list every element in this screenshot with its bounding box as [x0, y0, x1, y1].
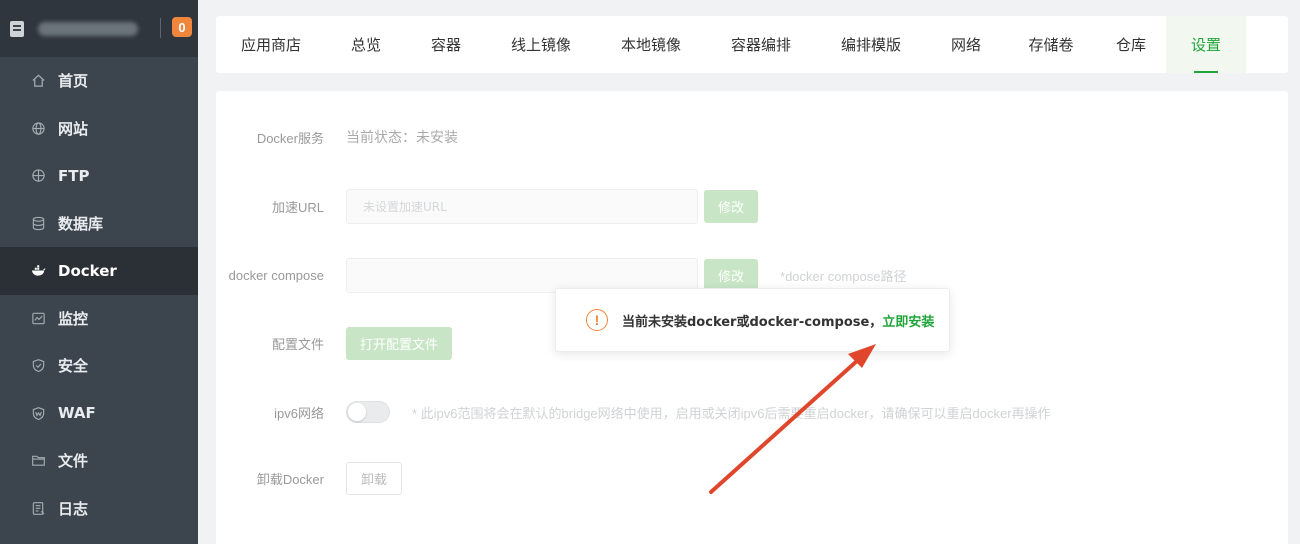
sidebar-item-ftp[interactable]: FTP — [0, 152, 198, 200]
sidebar-item-docker[interactable]: Docker — [0, 247, 198, 295]
sidebar-item-label: FTP — [58, 166, 90, 185]
waf-shield-icon — [30, 405, 46, 421]
monitor-icon — [30, 310, 46, 326]
uninstall-label: 卸载Docker — [256, 472, 324, 487]
sidebar-item-label: 安全 — [58, 357, 89, 376]
sidebar-item-label: 监控 — [58, 309, 89, 328]
server-icon — [10, 20, 24, 37]
tab-networks[interactable]: 网络 — [926, 16, 1006, 73]
ipv6-toggle[interactable] — [346, 401, 390, 423]
tab-compose[interactable]: 容器编排 — [706, 16, 816, 73]
docker-service-label: Docker服务 — [256, 130, 324, 146]
sidebar-item-label: 数据库 — [58, 214, 104, 233]
sidebar-item-database[interactable]: 数据库 — [0, 200, 198, 248]
uninstall-row: 卸载Docker 卸载 — [216, 462, 403, 495]
globe-icon — [30, 120, 46, 136]
sidebar-item-label: 网站 — [58, 119, 89, 138]
sidebar-item-security[interactable]: 安全 — [0, 342, 198, 390]
sidebar-item-label: 日志 — [58, 499, 89, 518]
tab-registry[interactable]: 仓库 — [1096, 16, 1166, 73]
warning-icon: ! — [586, 309, 608, 331]
tab-containers[interactable]: 容器 — [406, 16, 486, 73]
server-address-blurred — [38, 21, 138, 36]
sidebar-item-label: WAF — [58, 404, 96, 423]
folder-icon — [30, 453, 46, 469]
accel-url-row: 加速URL 未设置加速URL 修改 — [216, 189, 759, 224]
ipv6-label: ipv6网络 — [274, 405, 324, 421]
docker-status: 当前状态：未安装 — [346, 130, 458, 146]
accel-url-modify-button[interactable]: 修改 — [704, 190, 759, 223]
tab-compose-templates[interactable]: 编排模版 — [816, 16, 926, 73]
sidebar-item-label: 首页 — [58, 72, 89, 91]
log-icon — [30, 500, 46, 516]
sidebar-nav: 首页 网站 FTP 数据库 Docker 监控 安全 WAF 文件 日志 — [0, 57, 198, 532]
header-divider — [160, 18, 161, 38]
tab-app-store[interactable]: 应用商店 — [216, 16, 326, 73]
accel-url-label: 加速URL — [271, 200, 324, 215]
server-header[interactable]: 0 — [0, 0, 198, 57]
accel-url-input[interactable]: 未设置加速URL — [346, 189, 698, 224]
install-now-link[interactable]: 立即安装 — [882, 311, 934, 330]
notification-badge[interactable]: 0 — [172, 17, 192, 37]
database-icon — [30, 215, 46, 231]
not-installed-popup: ! 当前未安装docker或docker-compose， 立即安装 — [555, 288, 950, 352]
compose-hint: *docker compose路径 — [780, 269, 907, 284]
tab-settings[interactable]: 设置 — [1166, 16, 1246, 73]
ipv6-hint: * 此ipv6范围将会在默认的bridge网络中使用，启用或关闭ipv6后需要重… — [412, 405, 1051, 421]
docker-tabs: 应用商店 总览 容器 线上镜像 本地镜像 容器编排 编排模版 网络 存储卷 仓库… — [216, 16, 1288, 73]
tab-volumes[interactable]: 存储卷 — [1006, 16, 1096, 73]
sidebar-item-files[interactable]: 文件 — [0, 437, 198, 485]
compose-label: docker compose — [228, 268, 324, 283]
popup-message: 当前未安装docker或docker-compose， — [622, 314, 883, 330]
sidebar-item-logs[interactable]: 日志 — [0, 485, 198, 533]
sidebar-item-monitor[interactable]: 监控 — [0, 295, 198, 343]
tab-local-images[interactable]: 本地镜像 — [596, 16, 706, 73]
config-file-label: 配置文件 — [271, 337, 324, 352]
sidebar-item-waf[interactable]: WAF — [0, 390, 198, 438]
sidebar-item-website[interactable]: 网站 — [0, 105, 198, 153]
ftp-globe-icon — [30, 168, 46, 184]
open-config-button[interactable]: 打开配置文件 — [346, 327, 453, 360]
tab-overview[interactable]: 总览 — [326, 16, 406, 73]
docker-icon — [30, 263, 46, 279]
sidebar-item-label: 文件 — [58, 452, 89, 471]
shield-icon — [30, 358, 46, 374]
ipv6-row: ipv6网络 * 此ipv6范围将会在默认的bridge网络中使用，启用或关闭i… — [216, 401, 1051, 423]
home-icon — [30, 73, 46, 89]
config-file-row: 配置文件 打开配置文件 — [216, 327, 453, 360]
tab-online-images[interactable]: 线上镜像 — [486, 16, 596, 73]
sidebar: 0 首页 网站 FTP 数据库 Docker 监控 安全 WAF 文件 日志 — [0, 0, 198, 544]
docker-service-row: Docker服务 当前状态：未安装 — [216, 127, 458, 147]
uninstall-button[interactable]: 卸载 — [346, 462, 403, 495]
sidebar-item-label: Docker — [58, 261, 117, 280]
sidebar-item-home[interactable]: 首页 — [0, 57, 198, 105]
